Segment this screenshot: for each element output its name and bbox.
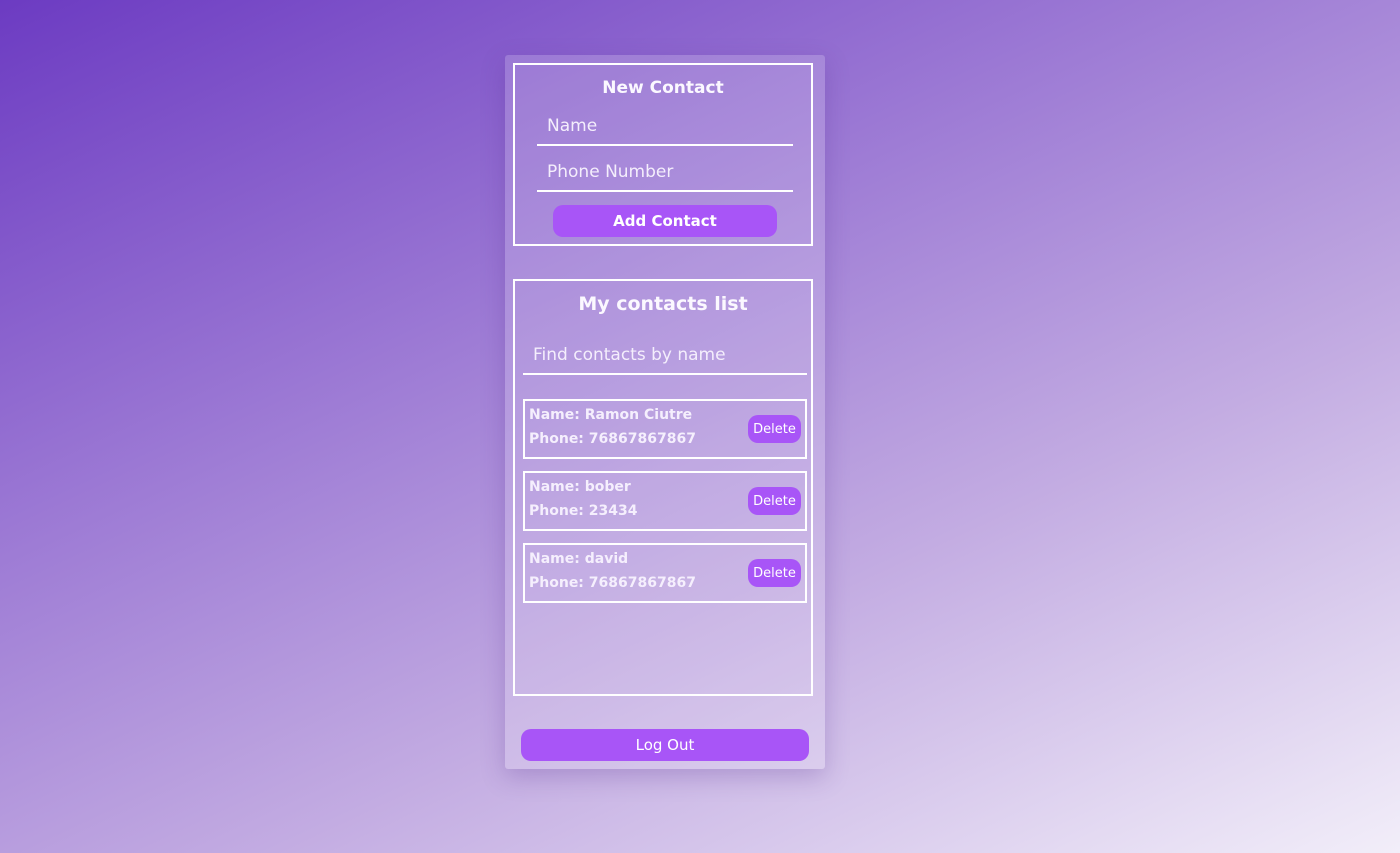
contact-phone: Phone: 23434 bbox=[529, 503, 638, 519]
contact-item: Name: Ramon Ciutre Phone: 76867867867 De… bbox=[523, 399, 807, 459]
contacts-list-title: My contacts list bbox=[578, 293, 748, 315]
phone-number-input[interactable] bbox=[537, 154, 793, 192]
delete-contact-button[interactable]: Delete bbox=[748, 559, 801, 587]
contact-item: Name: bober Phone: 23434 Delete bbox=[523, 471, 807, 531]
contact-name: Name: Ramon Ciutre bbox=[529, 407, 693, 423]
contacts-list-panel: My contacts list Name: Ramon Ciutre Phon… bbox=[513, 279, 813, 696]
new-contact-form: New Contact Add Contact bbox=[513, 63, 813, 246]
name-input[interactable] bbox=[537, 108, 793, 146]
add-contact-button[interactable]: Add Contact bbox=[553, 205, 777, 237]
contact-phone: Phone: 76867867867 bbox=[529, 575, 696, 591]
phonebook-card: New Contact Add Contact My contacts list… bbox=[505, 55, 825, 769]
contact-name: Name: david bbox=[529, 551, 629, 567]
log-out-button[interactable]: Log Out bbox=[521, 729, 809, 761]
new-contact-title: New Contact bbox=[602, 78, 724, 98]
contact-item: Name: david Phone: 76867867867 Delete bbox=[523, 543, 807, 603]
contact-name: Name: bober bbox=[529, 479, 631, 495]
contact-search-input[interactable] bbox=[523, 337, 807, 375]
contact-phone: Phone: 76867867867 bbox=[529, 431, 696, 447]
delete-contact-button[interactable]: Delete bbox=[748, 415, 801, 443]
delete-contact-button[interactable]: Delete bbox=[748, 487, 801, 515]
